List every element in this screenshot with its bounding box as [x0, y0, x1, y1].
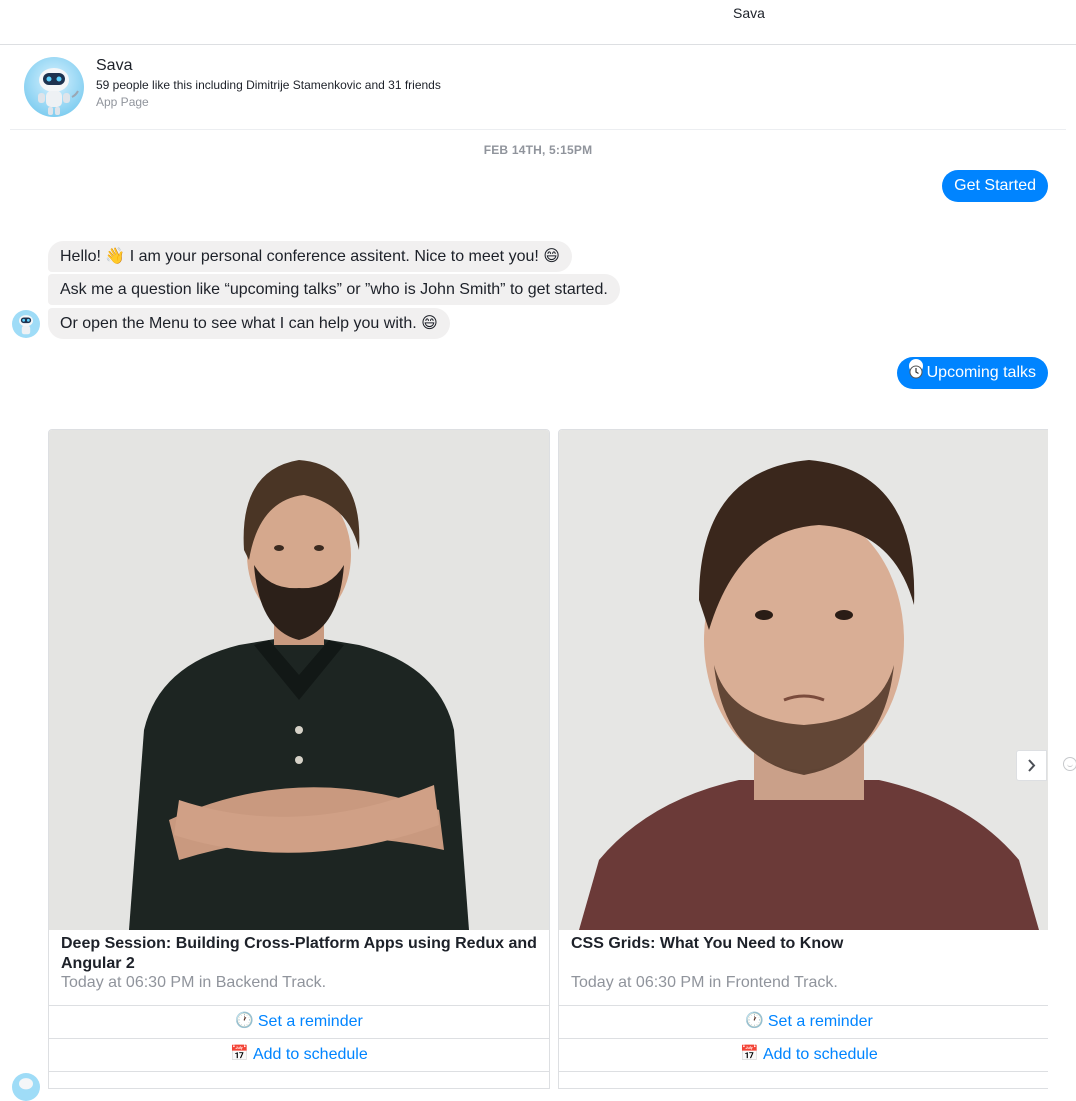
- bot-message[interactable]: Hello! 👋 I am your personal conference a…: [48, 241, 572, 272]
- clock-icon: 🕐: [235, 1012, 254, 1029]
- talk-time-track: Today at 06:30 PM in Frontend Track.: [571, 974, 838, 991]
- talk-time-track: Today at 06:30 PM in Backend Track.: [61, 974, 327, 991]
- upcoming-talks-message[interactable]: Upcoming talks: [896, 357, 1048, 389]
- set-reminder-button[interactable]: 🕐 Set a reminder: [559, 1005, 1048, 1038]
- page-name[interactable]: Sava: [96, 57, 132, 75]
- talk-title[interactable]: CSS Grids: What You Need to Know: [571, 934, 1048, 954]
- card-more-button[interactable]: [559, 1071, 1048, 1088]
- talk-title[interactable]: Deep Session: Building Cross-Platform Ap…: [61, 934, 541, 974]
- chevron-right-icon: [1028, 759, 1036, 772]
- speaker-photo[interactable]: [559, 430, 1048, 930]
- set-reminder-label: Set a reminder: [257, 1013, 363, 1031]
- talk-card[interactable]: Deep Session: Building Cross-Platform Ap…: [48, 429, 550, 1089]
- set-reminder-button[interactable]: 🕐 Set a reminder: [49, 1005, 549, 1038]
- add-to-schedule-label: Add to schedule: [762, 1046, 878, 1064]
- get-started-message[interactable]: Get Started: [942, 170, 1048, 202]
- conversation-title: Sava: [733, 5, 765, 21]
- message-timestamp: FEB 14TH, 5:15PM: [483, 143, 593, 157]
- talk-card[interactable]: CSS Grids: What You Need to Know Today a…: [558, 429, 1048, 1089]
- calendar-icon: 📅: [740, 1045, 759, 1062]
- calendar-icon: 📅: [230, 1045, 249, 1062]
- clock-icon: 🕐: [745, 1012, 764, 1029]
- add-to-schedule-button[interactable]: 📅 Add to schedule: [559, 1038, 1048, 1071]
- page-type-label: App Page: [96, 95, 149, 109]
- top-bar: Sava: [0, 0, 1076, 45]
- page-likes-text: 59 people like this including Dimitrije …: [96, 78, 441, 92]
- bot-avatar[interactable]: [12, 310, 40, 338]
- upcoming-talks-label: Upcoming talks: [926, 364, 1036, 381]
- page-info-header: Sava 59 people like this including Dimit…: [10, 45, 1066, 130]
- clock-icon: [908, 359, 923, 379]
- bot-avatar[interactable]: [12, 1073, 40, 1101]
- add-to-schedule-label: Add to schedule: [252, 1046, 368, 1064]
- smile-icon[interactable]: [1063, 757, 1076, 771]
- bot-message[interactable]: Or open the Menu to see what I can help …: [48, 308, 450, 339]
- speaker-photo[interactable]: [49, 430, 549, 930]
- set-reminder-label: Set a reminder: [767, 1013, 873, 1031]
- carousel-next-button[interactable]: [1016, 750, 1047, 781]
- card-more-button[interactable]: [49, 1071, 549, 1088]
- bot-message[interactable]: Ask me a question like “upcoming talks” …: [48, 274, 620, 305]
- robot-icon[interactable]: [24, 57, 84, 117]
- talks-carousel[interactable]: Deep Session: Building Cross-Platform Ap…: [48, 429, 1048, 1089]
- add-to-schedule-button[interactable]: 📅 Add to schedule: [49, 1038, 549, 1071]
